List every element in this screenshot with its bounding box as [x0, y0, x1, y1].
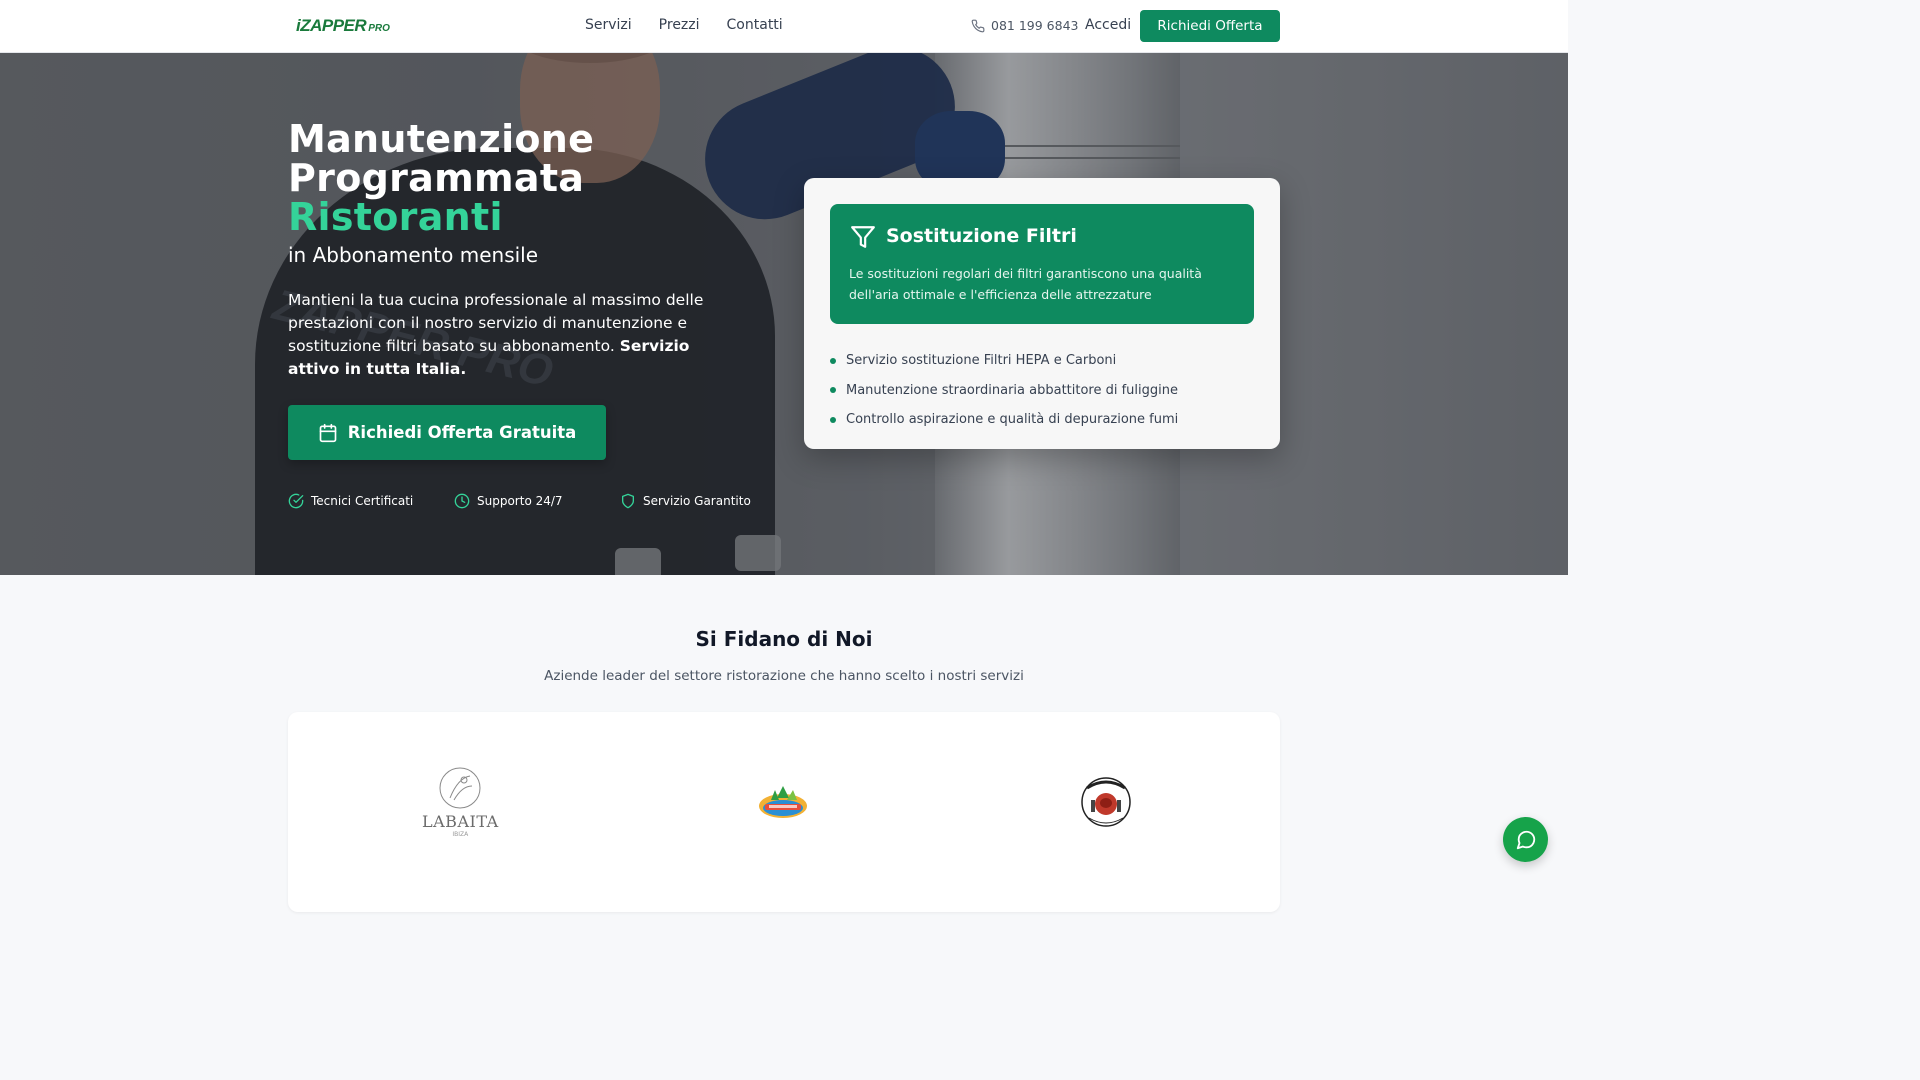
- list-item: Manutenzione straordinaria abbattitore d…: [830, 376, 1178, 406]
- labaita-wordmark: LABAITA: [422, 812, 499, 831]
- logo-main-text: iZAPPER: [296, 16, 367, 35]
- badge-guarantee: Servizio Garantito: [620, 493, 751, 509]
- service-card-text: Le sostituzioni regolari dei filtri gara…: [849, 266, 1202, 302]
- list-item-label: Controllo aspirazione e qualità di depur…: [846, 412, 1179, 428]
- list-item-label: Manutenzione straordinaria abbattitore d…: [846, 382, 1179, 398]
- nav-link-prezzi[interactable]: Prezzi: [659, 17, 700, 33]
- header-offer-button[interactable]: Richiedi Offerta: [1140, 10, 1280, 42]
- list-item: Controllo aspirazione e qualità di depur…: [830, 405, 1178, 435]
- site-header: iZAPPER PRO Servizi Prezzi Contatti 081 …: [0, 0, 1568, 53]
- bullet-dot: [830, 387, 836, 394]
- list-item-label: Servizio sostituzione Filtri HEPA e Carb…: [846, 353, 1117, 369]
- main-nav: Servizi Prezzi Contatti: [585, 17, 783, 33]
- service-card-list: Servizio sostituzione Filtri HEPA e Carb…: [830, 346, 1178, 435]
- client-logo-ragusa: [1079, 774, 1133, 830]
- badge-support: Supporto 24/7: [454, 493, 620, 509]
- badge-support-label: Supporto 24/7: [477, 494, 563, 508]
- service-card-title: Sostituzione Filtri: [886, 225, 1077, 247]
- phone-icon: [971, 19, 985, 32]
- hero-offer-button[interactable]: Richiedi Offerta Gratuita: [288, 405, 606, 460]
- filter-icon: [851, 226, 875, 248]
- chat-button[interactable]: [1503, 817, 1548, 862]
- phone-number: 081 199 6843: [991, 18, 1079, 33]
- logo-sub-text: PRO: [368, 23, 390, 34]
- labaita-small-text: IBIZA: [452, 831, 469, 838]
- badge-guarantee-label: Servizio Garantito: [643, 494, 751, 508]
- bullet-dot: [830, 416, 836, 423]
- chat-icon: [1516, 830, 1535, 849]
- login-link[interactable]: Accedi: [1085, 17, 1131, 33]
- hero-title-accent: Ristoranti: [288, 195, 503, 239]
- shield-icon: [622, 493, 634, 509]
- hero-title: Manutenzione Programmata Ristoranti: [288, 120, 594, 237]
- calendar-icon: [319, 423, 337, 442]
- lido-emblem-icon: [759, 786, 807, 818]
- nav-link-contatti[interactable]: Contatti: [727, 17, 783, 33]
- badge-certified-label: Tecnici Certificati: [311, 494, 414, 508]
- client-logo-labaita: LABAITA IBIZA: [422, 764, 499, 838]
- phone-link[interactable]: 081 199 6843: [971, 18, 1078, 33]
- hero-subtitle: in Abbonamento mensile: [288, 243, 539, 267]
- list-item: Servizio sostituzione Filtri HEPA e Carb…: [830, 346, 1178, 376]
- brand-logo[interactable]: iZAPPER PRO: [296, 16, 390, 36]
- bullet-dot: [830, 357, 836, 364]
- service-card-header: Sostituzione Filtri Le sostituzioni rego…: [830, 204, 1254, 324]
- hero-title-line2: Programmata: [288, 156, 585, 200]
- client-logo-lido: [757, 782, 809, 824]
- hero-description: Mantieni la tua cucina professionale al …: [288, 289, 738, 381]
- ragusa-emblem-icon: [1081, 777, 1131, 827]
- check-circle-icon: [288, 493, 304, 509]
- nav-link-servizi[interactable]: Servizi: [585, 17, 632, 33]
- trust-section-subtitle: Aziende leader del settore ristorazione …: [544, 668, 1024, 684]
- client-logos-panel: LABAITA IBIZA: [288, 712, 1280, 912]
- labaita-emblem-icon: [439, 767, 481, 809]
- trust-section-title: Si Fidano di Noi: [695, 627, 873, 651]
- clock-icon: [454, 493, 470, 509]
- hero-badges: Tecnici Certificati Supporto 24/7 Serviz…: [288, 493, 751, 509]
- badge-certified: Tecnici Certificati: [288, 493, 454, 509]
- hero-offer-button-label: Richiedi Offerta Gratuita: [347, 423, 577, 442]
- hero-section: ZAPPER PRO: [0, 53, 1568, 575]
- hero-overlay: [0, 53, 1568, 575]
- service-card: Sostituzione Filtri Le sostituzioni rego…: [804, 178, 1280, 449]
- hero-title-line1: Manutenzione: [288, 117, 595, 161]
